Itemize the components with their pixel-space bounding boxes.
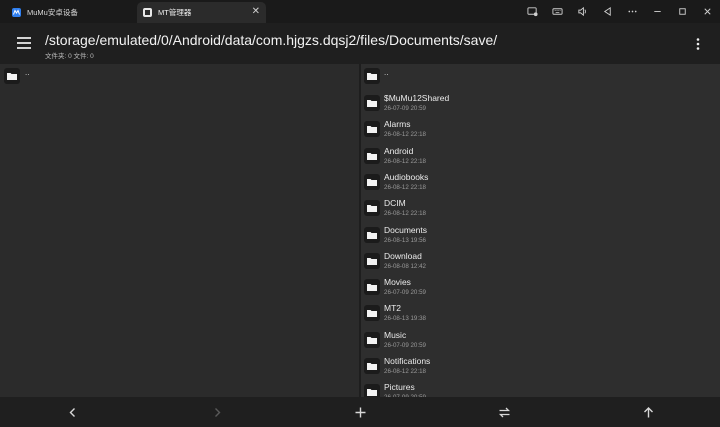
- folder-icon: [364, 200, 380, 217]
- folder-date: 26-08-12 22:18: [384, 183, 426, 191]
- tab-mt-manager[interactable]: MT管理器 ✕: [137, 2, 266, 23]
- right-file-panel: .. $MuMu12Shared 26-07-09 20:59 Alarms 26-0…: [361, 64, 720, 397]
- parent-label: ..: [384, 68, 389, 77]
- parent-label: ..: [25, 68, 30, 77]
- left-file-panel: ..: [0, 64, 359, 397]
- screen-record-icon[interactable]: [520, 0, 545, 23]
- folder-date: 26-08-12 22:18: [384, 131, 426, 139]
- overflow-menu-icon[interactable]: [692, 37, 704, 51]
- maximize-icon[interactable]: [670, 0, 695, 23]
- add-icon[interactable]: [352, 404, 368, 420]
- folder-name: MT2: [384, 303, 401, 314]
- folder-name: DCIM: [384, 198, 406, 209]
- mt-manager-icon: [143, 8, 152, 17]
- folder-row[interactable]: Music 26-07-09 20:59: [361, 326, 720, 352]
- swap-panels-icon[interactable]: [496, 404, 512, 420]
- nav-forward-icon[interactable]: [209, 404, 225, 420]
- folder-row[interactable]: MT2 26-08-13 19:38: [361, 299, 720, 325]
- folder-name: Audiobooks: [384, 171, 429, 182]
- folder-name: Notifications: [384, 356, 431, 366]
- close-tab-icon[interactable]: ✕: [252, 6, 260, 17]
- folder-name: Download: [384, 250, 422, 261]
- folder-date: 26-08-12 22:18: [384, 368, 426, 375]
- folder-date: 26-08-12 22:18: [384, 157, 426, 165]
- tab-mumu-device[interactable]: MuMu安卓设备: [6, 2, 134, 23]
- mumu-logo-icon: [12, 8, 21, 17]
- folder-row[interactable]: $MuMu12Shared 26-07-09 20:59: [361, 89, 720, 115]
- folder-icon: [364, 147, 380, 164]
- folder-icon: [364, 226, 380, 243]
- tab-label: MuMu安卓设备: [27, 8, 78, 17]
- folder-icon: [364, 68, 380, 84]
- folder-icon: [364, 121, 380, 138]
- folder-row[interactable]: Documents 26-08-13 19:56: [361, 221, 720, 247]
- folder-icon: [4, 68, 20, 84]
- folder-date: 26-07-09 20:59: [384, 341, 426, 349]
- folder-name: Alarms: [384, 119, 411, 130]
- folder-date: 26-08-13 19:56: [384, 236, 426, 244]
- folder-name: Pictures: [384, 382, 415, 393]
- close-window-icon[interactable]: [695, 0, 720, 23]
- parent-directory-row[interactable]: ..: [361, 64, 720, 88]
- folder-row[interactable]: Pictures26-07-09 20:59: [361, 378, 720, 397]
- folder-icon: [364, 358, 380, 374]
- folder-date: 26-07-09 20:59: [384, 289, 426, 297]
- folder-row[interactable]: Notifications 26-08-12 22:18: [361, 352, 720, 378]
- bottom-toolbar: [0, 397, 720, 427]
- folder-icon: [364, 252, 380, 269]
- folder-icon: [364, 279, 380, 296]
- folder-file-counts: 文件夹: 0 文件: 0: [45, 53, 94, 60]
- folder-row[interactable]: DCIM 26-08-12 22:18: [361, 194, 720, 220]
- folder-row[interactable]: Download 26-08-08 12:42: [361, 247, 720, 273]
- folder-icon: [364, 173, 380, 190]
- folder-date: 26-08-13 19:38: [384, 315, 426, 323]
- window-titlebar: MuMu安卓设备 MT管理器 ✕: [0, 0, 720, 23]
- folder-name: Android: [384, 145, 414, 156]
- current-path: /storage/emulated/0/Android/data/com.hjg…: [45, 32, 498, 48]
- folder-row[interactable]: Android 26-08-12 22:18: [361, 142, 720, 168]
- menu-icon[interactable]: [15, 35, 33, 51]
- folder-name: Music: [384, 329, 407, 340]
- tab-label: MT管理器: [158, 8, 192, 17]
- folder-date: 26-08-12 22:18: [384, 210, 426, 218]
- folder-icon: [364, 305, 380, 322]
- folder-name: $MuMu12Shared: [384, 93, 450, 103]
- folder-row[interactable]: Movies 26-07-09 20:59: [361, 273, 720, 299]
- parent-directory-row[interactable]: ..: [0, 64, 359, 88]
- folder-icon: [364, 384, 380, 397]
- folder-name: Movies: [384, 277, 411, 288]
- more-horizontal-icon[interactable]: [620, 0, 645, 23]
- nav-back-icon[interactable]: [64, 404, 80, 420]
- folder-icon: [364, 331, 380, 348]
- window-controls: [520, 0, 720, 23]
- keyboard-icon[interactable]: [545, 0, 570, 23]
- folder-icon: [364, 95, 380, 111]
- folder-row[interactable]: Alarms 26-08-12 22:18: [361, 115, 720, 141]
- folder-date: 26-07-09 20:59: [384, 105, 426, 112]
- app-header: /storage/emulated/0/Android/data/com.hjg…: [0, 23, 720, 64]
- back-icon[interactable]: [595, 0, 620, 23]
- volume-icon[interactable]: [570, 0, 595, 23]
- minimize-icon[interactable]: [645, 0, 670, 23]
- folder-name: Documents: [384, 224, 427, 235]
- up-directory-icon[interactable]: [640, 404, 656, 420]
- folder-date: 26-08-08 12:42: [384, 262, 426, 270]
- folder-row[interactable]: Audiobooks 26-08-12 22:18: [361, 168, 720, 194]
